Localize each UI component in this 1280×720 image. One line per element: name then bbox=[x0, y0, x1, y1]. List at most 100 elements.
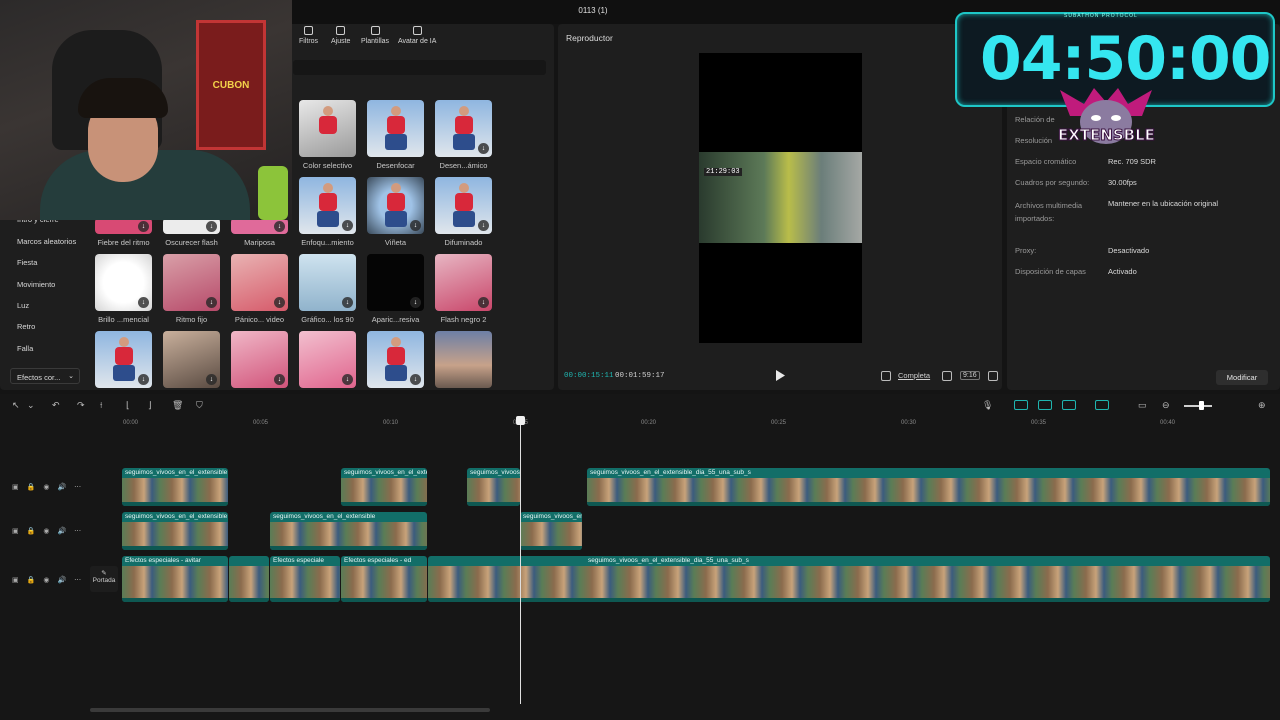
category-dropdown[interactable]: Efectos cor... ⌄ bbox=[10, 368, 80, 384]
playhead[interactable] bbox=[520, 418, 521, 704]
category-random-frames[interactable]: Marcos aleatorios bbox=[17, 237, 76, 246]
delete-icon[interactable]: 🗑 bbox=[172, 400, 183, 411]
category-movement[interactable]: Movimiento bbox=[17, 280, 55, 289]
timeline-clip[interactable]: Efectos especiales - ed bbox=[341, 556, 427, 602]
download-icon[interactable]: ↓ bbox=[206, 221, 217, 232]
lock-icon[interactable]: 🔒 bbox=[27, 527, 36, 535]
eye-icon[interactable]: ◉ bbox=[43, 483, 49, 491]
category-party[interactable]: Fiesta bbox=[17, 258, 37, 267]
download-icon[interactable]: ↓ bbox=[274, 297, 285, 308]
monitor-icon[interactable]: ▭ bbox=[1138, 400, 1147, 411]
download-icon[interactable]: ↓ bbox=[410, 297, 421, 308]
redo-icon[interactable]: ↷ bbox=[77, 400, 85, 411]
shield-icon[interactable]: ⛉ bbox=[196, 400, 203, 411]
zoom-out-icon[interactable]: ⊖ bbox=[1162, 400, 1170, 411]
effect-card[interactable]: ↓ Viñeta bbox=[367, 177, 424, 247]
track-toggle-icon[interactable]: ▣ bbox=[12, 483, 19, 491]
download-icon[interactable]: ↓ bbox=[478, 143, 489, 154]
timeline-clip[interactable]: Efectos especiales - avitar bbox=[122, 556, 228, 602]
zoom-slider-knob[interactable] bbox=[1199, 401, 1204, 410]
effect-card[interactable]: ↓ bbox=[299, 331, 356, 388]
timeline-clip[interactable]: seguimos_vivoos_en_el_extensible_dia_55_… bbox=[587, 468, 1270, 506]
effect-card[interactable]: ↓ bbox=[231, 331, 288, 388]
track-toggle-icon[interactable]: ▣ bbox=[12, 576, 19, 584]
timeline-clip[interactable] bbox=[229, 556, 269, 602]
download-icon[interactable]: ↓ bbox=[138, 221, 149, 232]
timeline-clip[interactable]: seguimos_vivoos_en_el_extensible bbox=[341, 468, 427, 506]
download-icon[interactable]: ↓ bbox=[410, 374, 421, 385]
timeline-clip[interactable]: seguimos_vivoos_en_el_extensible bbox=[270, 512, 427, 550]
ratio-button[interactable]: 9:16 bbox=[960, 371, 980, 380]
playhead-handle[interactable] bbox=[516, 416, 525, 425]
effect-card[interactable]: ↓ Desen...ámico bbox=[435, 100, 492, 170]
effect-card[interactable]: ↓ bbox=[95, 331, 152, 388]
track-toggle-icon[interactable]: ▣ bbox=[12, 527, 19, 535]
effect-card[interactable]: ↓ Gráfico... los 90 bbox=[299, 254, 356, 324]
fullscreen-icon[interactable] bbox=[988, 371, 998, 381]
eye-icon[interactable]: ◉ bbox=[43, 576, 49, 584]
download-icon[interactable]: ↓ bbox=[342, 374, 353, 385]
modify-button[interactable]: Modificar bbox=[1216, 370, 1268, 385]
timeline-clip[interactable]: seguimos_vivoos_en_el_extensible bbox=[467, 468, 520, 506]
trim-left-icon[interactable]: ⌊ bbox=[126, 400, 130, 411]
audio-icon[interactable]: 🔊 bbox=[57, 483, 66, 491]
effect-card[interactable]: Color selectivo bbox=[299, 100, 356, 170]
play-icon[interactable] bbox=[775, 370, 785, 381]
microphone-icon[interactable]: 🎙 bbox=[982, 400, 993, 411]
download-icon[interactable]: ↓ bbox=[342, 297, 353, 308]
download-icon[interactable]: ↓ bbox=[478, 297, 489, 308]
effect-card[interactable]: ↓ bbox=[367, 331, 424, 388]
more-icon[interactable]: ⋯ bbox=[74, 483, 81, 491]
lock-icon[interactable]: 🔒 bbox=[27, 576, 36, 584]
cover-button[interactable]: ✎ Portada bbox=[90, 566, 118, 592]
download-icon[interactable]: ↓ bbox=[138, 374, 149, 385]
tab-filters[interactable]: Filtros bbox=[299, 26, 318, 45]
timeline-clip[interactable]: seguimos_vivoos_en_el_extensible bbox=[520, 512, 582, 550]
timeline-clip[interactable]: Efectos especiale bbox=[270, 556, 340, 602]
effect-card[interactable]: ↓ Pánico... video bbox=[231, 254, 288, 324]
trim-right-icon[interactable]: ⌋ bbox=[148, 400, 152, 411]
magnet-toggle-icon[interactable] bbox=[1038, 400, 1052, 410]
tab-ai-avatar[interactable]: Avatar de IA bbox=[398, 26, 436, 45]
category-glitch[interactable]: Falla bbox=[17, 344, 33, 353]
audio-icon[interactable]: 🔊 bbox=[57, 576, 66, 584]
download-icon[interactable]: ↓ bbox=[342, 220, 353, 231]
audio-icon[interactable]: 🔊 bbox=[57, 527, 66, 535]
effect-card[interactable]: ↓ Enfoqu...miento bbox=[299, 177, 356, 247]
download-icon[interactable]: ↓ bbox=[274, 374, 285, 385]
timeline-scrollbar[interactable] bbox=[90, 708, 490, 712]
download-icon[interactable]: ↓ bbox=[206, 297, 217, 308]
effect-card[interactable]: ↓ Aparic...resiva bbox=[367, 254, 424, 324]
download-icon[interactable]: ↓ bbox=[410, 220, 421, 231]
effect-card[interactable]: ↓ Mariposa bbox=[231, 218, 288, 247]
zoom-slider[interactable] bbox=[1184, 405, 1212, 407]
category-retro[interactable]: Retro bbox=[17, 322, 35, 331]
effect-card[interactable]: Desenfocar bbox=[367, 100, 424, 170]
more-icon[interactable]: ⋯ bbox=[74, 576, 81, 584]
download-icon[interactable]: ↓ bbox=[206, 374, 217, 385]
download-icon[interactable]: ↓ bbox=[478, 220, 489, 231]
timeline-clip[interactable]: seguimos_vivoos_en_el_extensible_dia_55_… bbox=[428, 556, 1270, 602]
effect-card[interactable]: ↓ Brillo ...mencial bbox=[95, 254, 152, 324]
split-icon[interactable]: ⟊ bbox=[100, 400, 102, 411]
crop-icon[interactable] bbox=[942, 371, 952, 381]
tab-templates[interactable]: Plantillas bbox=[361, 26, 389, 45]
eye-icon[interactable]: ◉ bbox=[43, 527, 49, 535]
timeline-clip[interactable]: seguimos_vivoos_en_el_extensible bbox=[122, 468, 228, 506]
chevron-down-icon[interactable]: ⌄ bbox=[27, 400, 35, 411]
effect-card[interactable] bbox=[435, 331, 492, 388]
effect-card[interactable]: ↓ Fiebre del ritmo bbox=[95, 218, 152, 247]
fit-button[interactable]: Completa bbox=[898, 371, 930, 380]
lock-icon[interactable]: 🔒 bbox=[27, 483, 36, 491]
effect-card[interactable]: ↓ Ritmo fijo bbox=[163, 254, 220, 324]
download-icon[interactable]: ↓ bbox=[138, 297, 149, 308]
download-icon[interactable]: ↓ bbox=[274, 221, 285, 232]
effect-card[interactable]: ↓ Flash negro 2 bbox=[435, 254, 492, 324]
zoom-in-icon[interactable]: ⊕ bbox=[1258, 400, 1266, 411]
preview-toggle-icon[interactable] bbox=[1062, 400, 1076, 410]
tab-adjust[interactable]: Ajuste bbox=[331, 26, 350, 45]
category-light[interactable]: Luz bbox=[17, 301, 29, 310]
search-input[interactable] bbox=[293, 60, 546, 75]
link-toggle-icon[interactable] bbox=[1014, 400, 1028, 410]
effect-card[interactable]: ↓ bbox=[163, 331, 220, 388]
